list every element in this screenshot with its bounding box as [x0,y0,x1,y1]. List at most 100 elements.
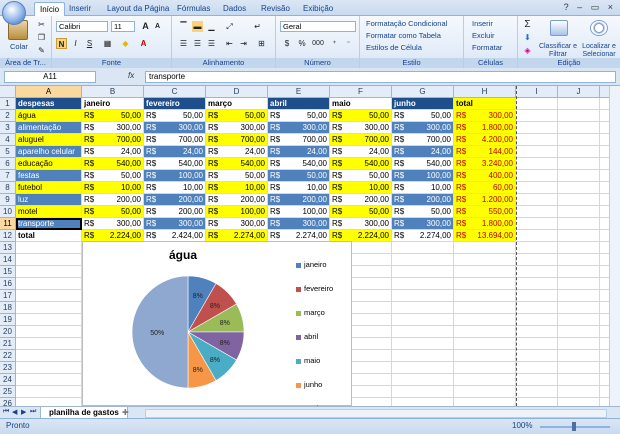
grid-cell[interactable] [516,290,558,302]
value-cell[interactable]: R$ 50,00 [268,110,330,122]
grid-cell[interactable] [516,170,558,182]
fill-icon[interactable]: ⬇ [522,32,533,43]
value-cell[interactable]: R$ 300,00 [144,122,206,134]
conditional-formatting-button[interactable]: Formatação Condicional [366,19,447,28]
grid-cell[interactable] [16,326,82,338]
horizontal-scrollbar[interactable] [145,409,607,418]
grid-cell[interactable] [454,398,516,406]
row-label-cell[interactable]: alimentação [16,122,82,134]
column-header[interactable]: F [330,86,392,98]
value-cell[interactable]: R$ 700,00 [392,134,454,146]
grid-cell[interactable] [392,302,454,314]
value-cell[interactable]: R$ 10,00 [144,182,206,194]
font-name-combo[interactable]: Calibri [56,21,108,32]
value-cell[interactable]: R$ 50,00 [330,170,392,182]
window-controls[interactable]: ? – ▭ × [564,2,616,13]
fill-color-icon[interactable]: ◆ [120,38,131,49]
row-header[interactable]: 5 [0,146,16,158]
insert-sheet-icon[interactable]: ✚ [122,408,129,417]
row-label-cell[interactable]: festas [16,170,82,182]
grid-cell[interactable] [558,218,600,230]
row-header[interactable]: 16 [0,278,16,290]
increase-indent-icon[interactable]: ⇥ [238,38,249,49]
number-format-combo[interactable]: Geral [280,21,356,32]
grid-cell[interactable] [558,278,600,290]
value-cell[interactable]: R$ 50,00 [330,206,392,218]
italic-button[interactable]: I [70,38,81,49]
row-header[interactable]: 21 [0,338,16,350]
grid-cell[interactable] [516,374,558,386]
row-header[interactable]: 22 [0,350,16,362]
value-cell[interactable]: R$ 300,00 [268,122,330,134]
function-icon[interactable]: fx [128,71,134,80]
grid-cell[interactable] [516,230,558,242]
grid-cell[interactable] [454,350,516,362]
grid-cell[interactable] [516,134,558,146]
row-header[interactable]: 11 [0,218,16,230]
table-header-cell[interactable]: janeiro [82,98,144,110]
ribbon-tab[interactable]: Exibição [298,2,338,16]
format-painter-icon[interactable]: ✎ [36,45,47,56]
grid-cell[interactable] [558,230,600,242]
value-cell[interactable]: R$ 700,00 [330,134,392,146]
find-select-button[interactable]: Localizar e Selecionar [578,43,620,59]
value-cell[interactable]: R$ 200,00 [144,194,206,206]
value-cell[interactable]: R$ 700,00 [82,134,144,146]
grid-cell[interactable] [392,326,454,338]
prev-sheet-icon[interactable]: ◀ [12,408,17,416]
grid-cell[interactable] [516,398,558,406]
ribbon-tab[interactable]: Dados [218,2,251,16]
column-header[interactable]: C [144,86,206,98]
grid-cell[interactable] [558,302,600,314]
grid-cell[interactable] [516,122,558,134]
align-bottom-icon[interactable]: ▁ [206,21,217,32]
row-label-cell[interactable]: total [16,230,82,242]
office-button[interactable] [2,1,26,25]
name-box[interactable]: A11 [4,71,96,83]
grid-cell[interactable] [558,194,600,206]
grid-cell[interactable] [558,314,600,326]
underline-button[interactable]: S [84,38,95,49]
table-header-cell[interactable]: maio [330,98,392,110]
row-header[interactable]: 24 [0,374,16,386]
grid-cell[interactable] [516,350,558,362]
column-header[interactable]: A [16,86,82,98]
grow-font-icon[interactable]: A [140,21,151,32]
value-cell[interactable]: R$ 10,00 [268,182,330,194]
column-header[interactable]: H [454,86,516,98]
table-header-cell[interactable]: total [454,98,516,110]
value-cell[interactable]: R$ 200,00 [330,194,392,206]
grid-cell[interactable] [558,98,600,110]
sort-filter-button[interactable]: Classificar e Filtrar [538,43,578,59]
value-cell[interactable]: R$ 300,00 [206,122,268,134]
value-cell[interactable]: R$ 50,00 [144,110,206,122]
row-header[interactable]: 14 [0,254,16,266]
first-sheet-icon[interactable]: ⏮ [3,408,9,416]
value-cell[interactable]: R$ 300,00 [330,218,392,230]
value-cell[interactable]: R$ 50,00 [330,110,392,122]
next-sheet-icon[interactable]: ▶ [21,408,26,416]
grid-cell[interactable] [558,254,600,266]
grid-cell[interactable] [454,278,516,290]
row-header[interactable]: 4 [0,134,16,146]
decrease-decimal-icon[interactable]: ⁻ [343,38,354,49]
cut-icon[interactable]: ✂ [36,19,47,30]
grid-cell[interactable] [392,254,454,266]
grid-cell[interactable] [516,194,558,206]
row-label-cell[interactable]: educação [16,158,82,170]
value-cell[interactable]: R$ 50,00 [82,110,144,122]
value-cell[interactable]: R$ 24,00 [144,146,206,158]
format-cells-button[interactable]: Formatar [472,43,502,52]
help-icon[interactable]: ? [564,2,572,12]
row-label-cell[interactable]: aluguel [16,134,82,146]
table-header-cell[interactable]: fevereiro [144,98,206,110]
total-cell[interactable]: R$ 1.800,00 [454,218,516,230]
grid-cell[interactable] [558,170,600,182]
grid-cell[interactable] [558,350,600,362]
grid-cell[interactable] [558,206,600,218]
grid-cell[interactable] [392,290,454,302]
column-header[interactable]: D [206,86,268,98]
row-header[interactable]: 8 [0,182,16,194]
zoom-slider-knob[interactable] [572,422,576,431]
value-cell[interactable]: R$ 300,00 [82,122,144,134]
